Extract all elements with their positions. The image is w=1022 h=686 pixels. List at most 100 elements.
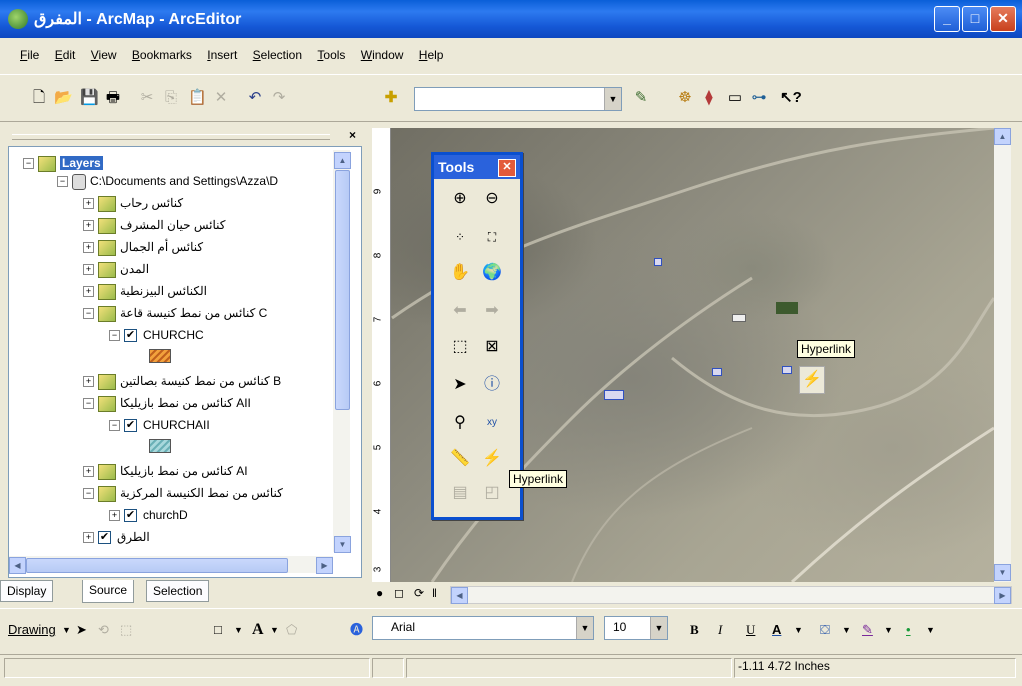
chevron-down-icon[interactable]: ▼ (604, 88, 621, 110)
layer-checkbox[interactable]: ✔ (98, 531, 111, 545)
menu-insert[interactable]: Insert (201, 42, 243, 62)
title-bar[interactable]: المفرق - ArcMap - ArcEditor _ □ ✕ (0, 0, 1022, 38)
bold-button[interactable]: B (690, 619, 699, 641)
marker-color-dropdown-icon[interactable]: ▼ (926, 619, 935, 641)
text-icon[interactable]: A (252, 619, 264, 641)
toc-source-folder[interactable]: − C:\Documents and Settings\Azza\D (57, 171, 278, 191)
expand-icon[interactable]: + (109, 510, 120, 522)
delete-icon[interactable]: ✕ (212, 89, 230, 107)
chevron-down-icon[interactable]: ▼ (650, 617, 667, 639)
close-button[interactable]: ✕ (990, 6, 1016, 32)
measure-icon[interactable]: 📏 (448, 447, 472, 471)
time-slider-icon[interactable]: ◰ (480, 481, 504, 505)
arccatalog-icon[interactable]: ☸ (676, 89, 694, 107)
menu-tools[interactable]: Tools (311, 42, 351, 62)
tab-selection[interactable]: Selection (146, 580, 210, 602)
collapse-icon[interactable]: − (83, 488, 94, 500)
cut-icon[interactable]: ✂ (138, 89, 156, 107)
hyperlink-icon[interactable]: ⚡ (480, 447, 504, 471)
expand-icon[interactable]: + (83, 242, 94, 254)
marker-color-icon[interactable]: • (906, 619, 911, 641)
toc-close-icon[interactable]: × (349, 128, 356, 142)
zoom-out-icon[interactable]: ⊖ (480, 187, 504, 211)
font-color-dropdown-icon[interactable]: ▼ (794, 619, 803, 641)
text-dropdown-icon[interactable]: ▼ (270, 619, 279, 641)
tab-source[interactable]: Source (82, 580, 135, 603)
toc-sublayer-row[interactable]: − ✔ CHURCHC (109, 325, 204, 345)
expand-icon[interactable]: + (83, 220, 94, 232)
minimize-button[interactable]: _ (934, 6, 960, 32)
go-to-xy-icon[interactable]: xy (480, 411, 504, 435)
toc-title-bar[interactable]: × (8, 128, 360, 146)
toc-sublayer-row[interactable]: + ✔ churchD (109, 505, 188, 525)
clear-selection-icon[interactable]: ⊠ (480, 335, 504, 359)
command-line-icon[interactable]: ▭ (726, 89, 744, 107)
scroll-up-icon[interactable]: ▲ (334, 152, 351, 169)
line-color-dropdown-icon[interactable]: ▼ (884, 619, 893, 641)
identify-icon[interactable]: ⓘ (480, 373, 504, 397)
font-color-icon[interactable]: A (772, 619, 781, 641)
toc-layer-row[interactable]: + الكنائس البيزنطية (83, 281, 207, 301)
save-icon[interactable]: 💾 (80, 89, 99, 107)
select-features-icon[interactable]: ⬚ (448, 335, 472, 359)
tools-title[interactable]: Tools ✕ (434, 155, 520, 179)
editor-toolbar-icon[interactable]: ✎ (632, 89, 650, 107)
paste-icon[interactable]: 📋 (188, 89, 207, 107)
expand-icon[interactable]: + (83, 264, 94, 276)
church-marker[interactable] (732, 314, 746, 322)
arctoolbox-icon[interactable]: ⧫ (700, 89, 718, 107)
rotate-icon[interactable]: ⟲ (98, 619, 109, 641)
collapse-icon[interactable]: − (83, 398, 94, 410)
fixed-zoom-out-icon[interactable]: ⛶ (480, 225, 504, 249)
church-marker[interactable] (654, 258, 662, 266)
menu-help[interactable]: Help (413, 42, 450, 62)
menu-file[interactable]: File (14, 42, 45, 62)
shape-dropdown-icon[interactable]: ▼ (234, 619, 243, 641)
toc-root[interactable]: − Layers (23, 153, 103, 173)
expand-icon[interactable]: + (83, 376, 94, 388)
map-vertical-scrollbar[interactable]: ▲ ▼ (994, 128, 1011, 582)
fixed-zoom-in-icon[interactable]: ⁘ (448, 225, 472, 249)
tools-close-icon[interactable]: ✕ (498, 159, 516, 177)
copy-icon[interactable]: ⎘ (162, 89, 180, 107)
drawing-menu[interactable]: Drawing (8, 619, 56, 641)
tab-display[interactable]: Display (0, 580, 54, 602)
menu-edit[interactable]: Edit (49, 42, 82, 62)
scroll-down-icon[interactable]: ▼ (994, 564, 1011, 581)
scroll-right-icon[interactable]: ▶ (994, 587, 1011, 604)
menu-view[interactable]: View (85, 42, 123, 62)
find-icon[interactable]: ⚲ (448, 411, 472, 435)
scroll-up-icon[interactable]: ▲ (994, 128, 1011, 145)
expand-icon[interactable]: + (83, 198, 94, 210)
toc-layer-row[interactable]: + المدن (83, 259, 149, 279)
expand-icon[interactable]: + (83, 532, 94, 544)
fill-color-dropdown-icon[interactable]: ▼ (842, 619, 851, 641)
layer-checkbox[interactable]: ✔ (124, 509, 137, 523)
collapse-icon[interactable]: − (57, 176, 68, 188)
scroll-left-icon[interactable]: ◀ (451, 587, 468, 604)
map-scale-combo[interactable]: ▼ (414, 87, 622, 111)
redo-icon[interactable]: ↷ (270, 89, 288, 107)
expand-icon[interactable]: + (83, 466, 94, 478)
toc-layer-row[interactable]: + كنائس أم الجمال (83, 237, 203, 257)
toc-sublayer-row[interactable]: − ✔ CHURCHAII (109, 415, 210, 435)
map-horizontal-scrollbar[interactable]: ◀ ▶ (450, 586, 1012, 604)
refresh-icon[interactable]: ⟳ (414, 586, 424, 600)
scroll-down-icon[interactable]: ▼ (334, 536, 351, 553)
forward-extent-icon[interactable]: ➡ (480, 299, 504, 323)
print-icon[interactable]: 🖶 (104, 89, 122, 107)
toc-vertical-thumb[interactable] (335, 170, 350, 410)
toc-layer-row[interactable]: + B كنائس من نمط كنيسة بصالتين (83, 371, 281, 391)
edit-vertices-icon[interactable]: ⬠ (286, 619, 297, 641)
toc-layer-row[interactable]: + ✔ الطرق (83, 527, 150, 547)
church-marker[interactable] (712, 368, 722, 376)
scroll-left-icon[interactable]: ◀ (9, 557, 26, 574)
layer-checkbox[interactable]: ✔ (124, 329, 137, 343)
open-folder-icon[interactable]: 📂 (54, 89, 73, 107)
zoom-whole-page-icon[interactable]: ⬚ (120, 619, 132, 641)
pause-icon[interactable]: ‖ (432, 586, 437, 600)
font-size-select[interactable]: 10 ▼ (604, 616, 668, 640)
font-select[interactable]: Arial ▼ (372, 616, 594, 640)
new-document-icon[interactable]: 🗋 (30, 89, 48, 107)
add-data-icon[interactable]: ✚ (382, 89, 400, 107)
